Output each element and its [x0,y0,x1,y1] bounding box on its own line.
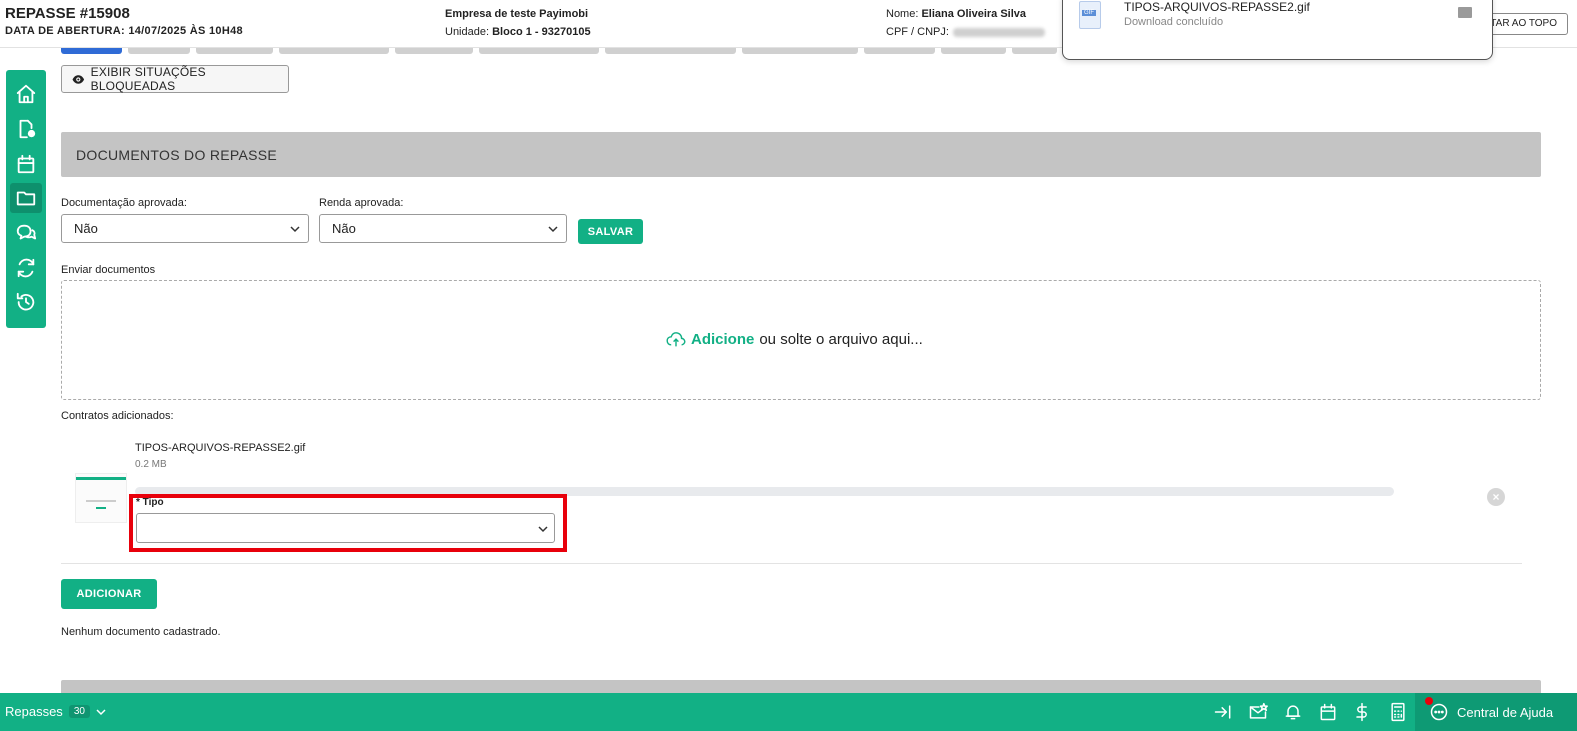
chat-bubble-icon [1430,703,1448,721]
tab[interactable] [605,48,736,54]
chevron-down-icon [548,226,558,233]
section-title: DOCUMENTOS DO REPASSE [76,147,278,163]
doc-approved-value: Não [74,221,98,236]
chevron-down-icon [96,708,106,715]
eye-icon [72,74,85,84]
cloud-upload-icon [666,331,686,346]
client-name: Nome: Eliana Oliveira Silva [886,8,1026,20]
tipo-label: * Tipo [136,497,164,508]
file-type-tag: GIF [1082,10,1096,16]
company-name: Empresa de teste Payimobi [445,8,589,20]
contract-file-name: TIPOS-ARQUIVOS-REPASSE2.gif [135,442,306,454]
tab[interactable] [196,48,273,54]
chat-icon[interactable] [10,218,42,248]
chevron-down-icon [290,226,300,233]
tab[interactable] [864,48,935,54]
income-approved-select[interactable]: Não [319,214,567,243]
divider [61,563,1522,564]
download-filename[interactable]: TIPOS-ARQUIVOS-REPASSE2.gif [1124,0,1310,14]
sidebar [6,70,46,328]
tab[interactable] [395,48,473,54]
download-status: Download concluído [1124,16,1224,28]
home-icon[interactable] [10,79,42,109]
dropzone-add-link[interactable]: Adicione [691,331,754,348]
income-approved-label: Renda aprovada: [319,197,404,209]
empty-message: Nenhum documento cadastrado. [61,626,221,638]
file-thumbnail [75,473,127,523]
file-dropzone[interactable]: Adicione ou solte o arquivo aqui... [61,280,1541,400]
folder-icon[interactable] [1458,7,1472,18]
cpf-redacted [952,27,1045,37]
income-approved-value: Não [332,221,356,236]
notification-dot [1425,697,1433,705]
opening-date-label: DATA DE ABERTURA: [5,25,125,37]
download-popup: GIF TIPOS-ARQUIVOS-REPASSE2.gif Download… [1062,0,1493,60]
calendar-icon[interactable] [10,149,42,179]
dropzone-text: Adicione ou solte o arquivo aqui... [666,331,923,348]
remove-file-icon[interactable]: × [1487,488,1505,506]
send-docs-label: Enviar documentos [61,264,156,276]
help-center-label: Central de Ajuda [1457,704,1554,720]
tipo-select[interactable] [136,513,555,543]
gif-file-icon: GIF [1079,1,1101,29]
add-button[interactable]: ADICIONAR [61,579,157,609]
client-cpf: CPF / CNPJ: [886,26,1045,38]
cpf-label: CPF / CNPJ: [886,26,949,38]
tab[interactable] [279,48,389,54]
back-to-top-button[interactable]: LTAR AO TOPO [1480,13,1568,35]
client-name-label: Nome: [886,8,919,20]
dollar-icon[interactable] [1352,702,1372,722]
repasses-menu[interactable]: Repasses 30 [5,704,106,719]
history-icon[interactable] [10,287,42,317]
repasses-count: 30 [68,705,90,718]
chevron-down-icon [538,526,548,533]
save-button[interactable]: SALVAR [578,219,643,244]
refresh-icon[interactable] [10,253,42,283]
document-help-icon[interactable] [10,114,42,144]
client-name-value: Eliana Oliveira Silva [921,8,1027,20]
mail-star-icon[interactable] [1248,702,1268,722]
tab[interactable] [941,48,1006,54]
show-blocked-label: EXIBIR SITUAÇÕES BLOQUEADAS [90,65,206,93]
tab[interactable] [128,48,190,54]
doc-approved-label: Documentação aprovada: [61,197,187,209]
bell-icon[interactable] [1283,702,1303,722]
folder-icon[interactable] [10,183,42,213]
tab[interactable] [1012,48,1057,54]
unit-info: Unidade: Bloco 1 - 93270105 [445,26,591,38]
unit-value: Bloco 1 - 93270105 [492,26,591,38]
tab[interactable] [742,48,858,54]
calculator-icon[interactable] [1388,702,1408,722]
dropzone-rest: ou solte o arquivo aqui... [759,331,923,348]
opening-date: DATA DE ABERTURA: 14/07/2025 ÀS 10H48 [5,25,243,37]
bottom-bar: Repasses 30 Central de Ajuda [0,693,1577,731]
opening-date-value: 14/07/2025 ÀS 10H48 [128,25,243,37]
help-center-button[interactable]: Central de Ajuda [1415,693,1577,731]
show-blocked-button[interactable]: EXIBIR SITUAÇÕES BLOQUEADAS [61,65,289,93]
unit-label: Unidade: [445,26,490,38]
tab[interactable] [479,48,599,54]
tab-active[interactable] [61,48,122,54]
collapse-icon[interactable] [1213,702,1233,722]
doc-approved-select[interactable]: Não [61,214,309,243]
contracts-label: Contratos adicionados: [61,410,174,422]
section-header: DOCUMENTOS DO REPASSE [61,132,1541,177]
contract-file-size: 0.2 MB [135,459,167,470]
page-title: REPASSE #15908 [5,5,130,22]
repasses-label: Repasses [5,704,63,719]
calendar-icon[interactable] [1318,702,1338,722]
